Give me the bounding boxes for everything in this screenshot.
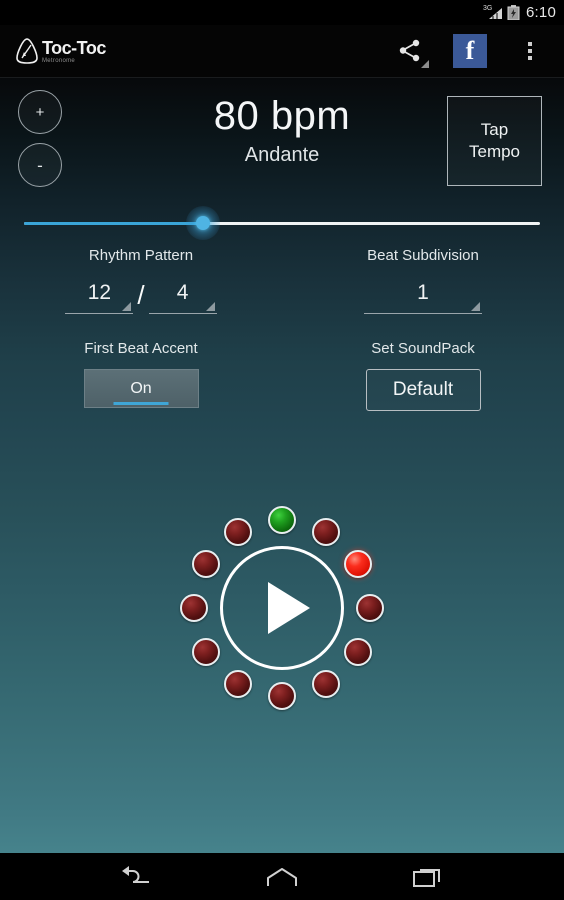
recents-icon — [413, 868, 440, 887]
first-beat-accent-label: First Beat Accent — [84, 340, 198, 357]
share-button[interactable] — [390, 31, 430, 71]
metronome-app-window: 3G 6:10 Toc-Toc Metronome f + - 80 bpm A… — [0, 0, 564, 900]
beat-led-7[interactable] — [268, 682, 296, 710]
settings-row-bottom: First Beat Accent On Set SoundPack Defau… — [0, 339, 564, 411]
app-logo: Toc-Toc Metronome — [14, 37, 106, 65]
status-bar: 3G 6:10 — [0, 0, 564, 25]
signal-bars-icon — [489, 7, 502, 19]
beat-led-12[interactable] — [224, 517, 252, 546]
facebook-icon: f — [453, 34, 487, 68]
rhythm-pattern-label: Rhythm Pattern — [88, 247, 194, 264]
tempo-slider[interactable] — [0, 206, 564, 240]
beat-subdivision-spinner-wrap: 1 — [282, 276, 564, 314]
share-dropdown-caret-icon — [421, 60, 429, 68]
back-button[interactable] — [107, 857, 165, 897]
tempo-section: + - 80 bpm Andante Tap Tempo — [0, 90, 564, 190]
sound-pack-button[interactable]: Default — [365, 369, 481, 411]
beat-led-6[interactable] — [312, 670, 340, 699]
rhythm-denominator-value: 4 — [176, 280, 189, 304]
beat-led-5[interactable] — [344, 638, 373, 666]
rhythm-pattern-group: Rhythm Pattern 12 / 4 — [0, 246, 282, 314]
metronome-logo-icon — [16, 38, 38, 64]
toggle-active-indicator — [113, 402, 169, 405]
play-icon — [268, 582, 310, 634]
beat-subdivision-label: Beat Subdivision — [367, 247, 479, 264]
first-beat-accent-state: On — [130, 379, 152, 397]
rhythm-numerator-spinner[interactable]: 12 — [65, 276, 134, 314]
rhythm-denominator-spinner[interactable]: 4 — [148, 276, 217, 314]
home-icon — [267, 867, 297, 886]
clock-label: 6:10 — [526, 4, 556, 21]
action-bar: Toc-Toc Metronome f — [0, 25, 564, 78]
tap-tempo-button[interactable]: Tap Tempo — [447, 96, 542, 186]
beat-led-2[interactable] — [312, 517, 340, 546]
sound-pack-label: Set SoundPack — [371, 340, 475, 357]
android-navigation-bar — [0, 853, 564, 900]
signal-icon: 3G — [483, 5, 503, 21]
logo-title: Toc-Toc — [42, 37, 106, 58]
facebook-button[interactable]: f — [450, 31, 490, 71]
sound-pack-group: Set SoundPack Default — [282, 339, 564, 411]
beat-visualizer-section — [0, 498, 564, 728]
overflow-menu-icon — [528, 42, 532, 60]
spinner-caret-icon — [471, 302, 480, 311]
settings-row-top: Rhythm Pattern 12 / 4 Beat Subdivision 1 — [0, 246, 564, 314]
recents-button[interactable] — [399, 857, 457, 897]
tap-tempo-line-2: Tempo — [468, 142, 521, 161]
beat-led-3[interactable] — [344, 550, 373, 578]
battery-icon — [507, 5, 520, 21]
first-beat-accent-group: First Beat Accent On — [0, 339, 282, 411]
tap-tempo-line-1: Tap — [480, 120, 509, 139]
logo-subtitle: Metronome — [42, 57, 76, 64]
beat-led-11[interactable] — [191, 550, 220, 578]
play-button[interactable] — [220, 546, 344, 670]
beat-led-1[interactable] — [268, 506, 296, 534]
beat-led-ring — [172, 498, 392, 718]
beat-led-8[interactable] — [224, 670, 252, 699]
first-beat-accent-toggle[interactable]: On — [83, 369, 199, 408]
share-icon — [399, 39, 420, 62]
beat-led-10[interactable] — [180, 594, 208, 622]
back-arrow-icon — [122, 865, 149, 883]
beat-led-4[interactable] — [356, 594, 384, 622]
slider-thumb-knob — [196, 216, 210, 230]
rhythm-separator: / — [137, 280, 145, 310]
action-bar-buttons: f — [390, 31, 564, 71]
beat-subdivision-spinner[interactable]: 1 — [364, 276, 482, 314]
spinner-caret-icon — [122, 302, 132, 311]
main-content: + - 80 bpm Andante Tap Tempo Rhythm Patt… — [0, 78, 564, 853]
beat-led-9[interactable] — [191, 638, 220, 666]
home-button[interactable] — [253, 857, 311, 897]
beat-subdivision-value: 1 — [417, 280, 429, 304]
overflow-menu-button[interactable] — [510, 31, 550, 71]
spinner-caret-icon — [205, 302, 215, 311]
slider-fill — [24, 222, 210, 225]
slider-track[interactable] — [24, 222, 540, 225]
rhythm-numerator-value: 12 — [87, 280, 112, 304]
settings-section: Rhythm Pattern 12 / 4 Beat Subdivision 1… — [0, 246, 564, 411]
rhythm-pattern-spinners: 12 / 4 — [0, 276, 282, 314]
beat-subdivision-group: Beat Subdivision 1 — [282, 246, 564, 314]
